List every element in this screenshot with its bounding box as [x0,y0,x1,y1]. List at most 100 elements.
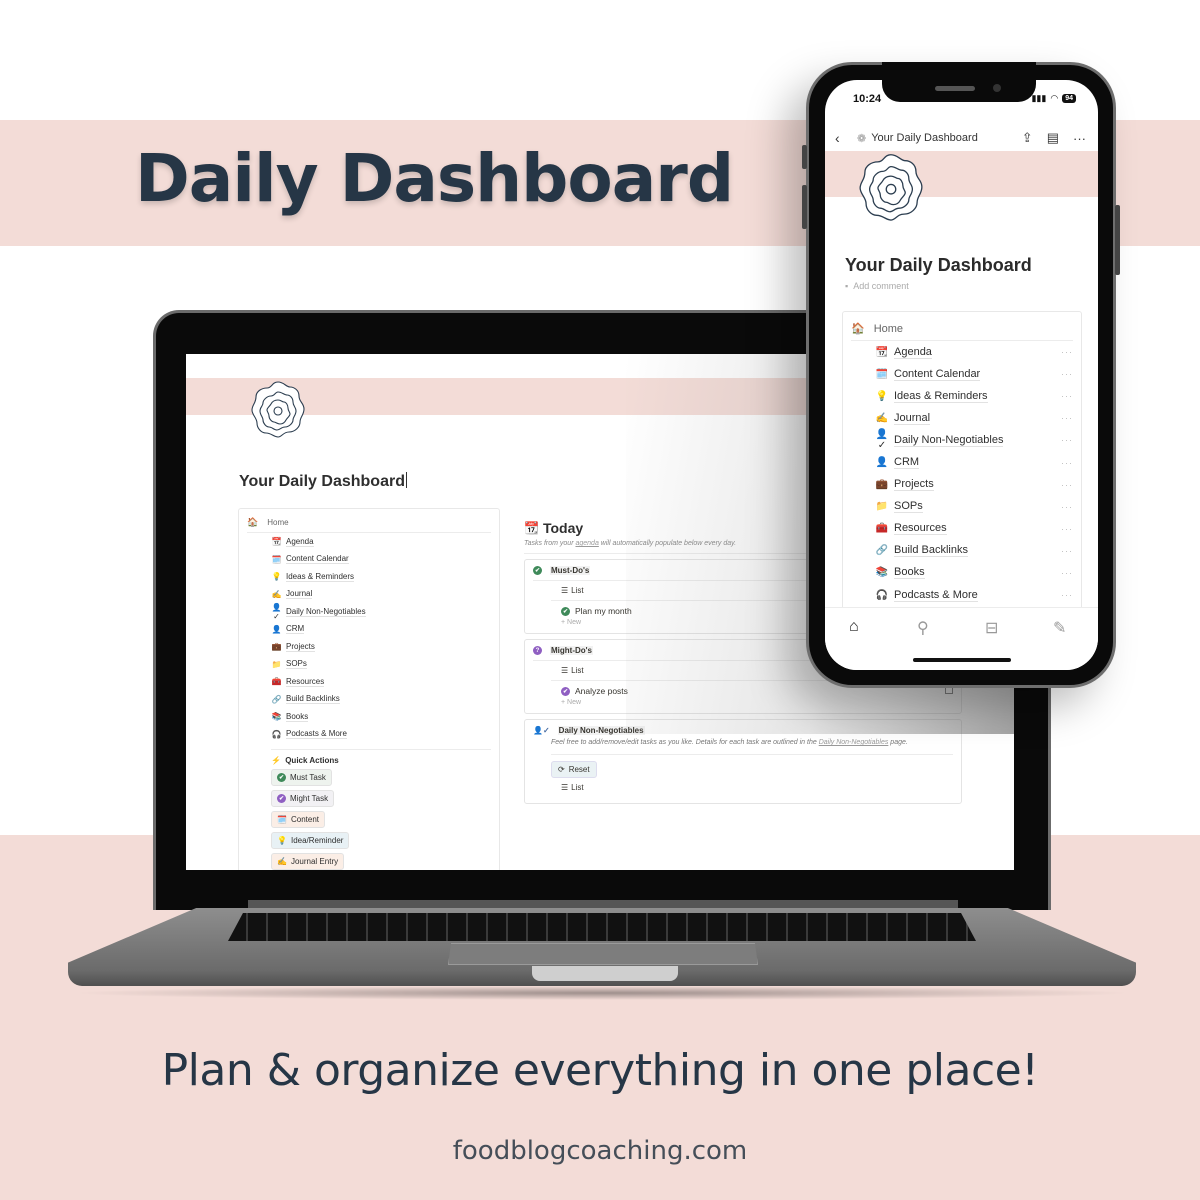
more-options-icon[interactable]: ··· [1061,546,1073,556]
phone-power-button [1115,205,1120,275]
question-icon: ? [533,646,542,655]
search-icon[interactable]: ⚲ [917,618,929,638]
calendar-icon: 📆 [524,521,539,535]
must-task-button[interactable]: ✔ Must Task [271,769,332,786]
reset-button[interactable]: ⟳ Reset [551,761,597,779]
quick-actions-title: Quick Actions [285,756,339,765]
page-emoji-icon: 📚 [271,712,282,722]
phone-volume-button [802,185,807,229]
add-comment-label: Add comment [853,281,909,291]
inbox-icon[interactable]: ⊟ [985,618,998,638]
add-comment-button[interactable]: ▪ Add comment [845,281,909,291]
page-title[interactable]: Your Daily Dashboard [845,255,1032,276]
agenda-link[interactable]: agenda [575,540,598,547]
nav-home-link[interactable]: 🏠 Home [851,322,1073,341]
page-emoji-icon: 🧰 [875,523,889,535]
flower-outline-icon [251,381,305,438]
more-options-icon[interactable]: ··· [1061,568,1073,578]
breadcrumb[interactable]: ❁ Your Daily Dashboard [857,132,978,145]
more-options-icon[interactable]: ··· [1061,590,1073,600]
non-negotiables-description: Feel free to add/remove/edit tasks as yo… [551,738,953,756]
nav-page-link[interactable]: 🧰 Resources [271,673,491,691]
page-emoji-icon: 🎧 [875,589,889,601]
more-icon[interactable]: ··· [1073,131,1086,146]
more-options-icon[interactable]: ··· [1061,458,1073,468]
button-label: Reset [568,765,590,775]
more-options-icon[interactable]: ··· [1061,369,1073,379]
journal-entry-button[interactable]: ✍️ Journal Entry [271,853,345,870]
nav-page-list: 📆 Agenda 🗓️ Content Calendar 💡 Ideas & Remind… [271,533,491,743]
nav-home-link[interactable]: 🏠 Home [247,517,491,533]
nav-page-link[interactable]: 🎧 Podcasts & More [271,726,491,744]
list-icon: ☰ [561,586,569,595]
button-label: Might Task [290,794,329,803]
home-icon[interactable]: ⌂ [849,618,859,636]
nav-page-link[interactable]: 🗓️ Content Calendar [271,551,491,569]
more-options-icon[interactable]: ··· [1061,347,1073,357]
breadcrumb-title: Your Daily Dashboard [871,132,978,144]
page-link-label: Podcasts & More [894,588,978,602]
nav-page-link[interactable]: 👤 CRM [271,621,491,639]
nav-page-link[interactable]: 💡 Ideas & Reminders ··· [875,385,1073,407]
new-row-button[interactable]: + New [551,698,953,707]
calendar-icon: 🗓️ [277,815,287,824]
compose-icon[interactable]: ✎ [1053,618,1066,638]
subtitle-text: Tasks from your [524,540,576,547]
phone-speaker [935,86,975,91]
comment-icon[interactable]: ▤ [1047,130,1059,146]
more-options-icon[interactable]: ··· [1061,391,1073,401]
more-options-icon[interactable]: ··· [1061,435,1073,445]
nav-page-link[interactable]: 📁 SOPs [271,656,491,674]
non-negotiables-link[interactable]: Daily Non-Negotiables [819,739,889,746]
wifi-icon: ◠ [1050,93,1059,103]
page-emoji-icon: 🧰 [271,677,282,687]
nav-page-link[interactable]: 👤✓ Daily Non-Negotiables ··· [875,429,1073,451]
list-icon: ☰ [561,666,569,675]
content-button[interactable]: 🗓️ Content [271,811,325,828]
navigation-callout: 🏠 Home 📆 Agenda ··· 🗓️ Content Calendar ··· 💡 I… [842,311,1082,631]
more-options-icon[interactable]: ··· [1061,413,1073,423]
idea-reminder-button[interactable]: 💡 Idea/Reminder [271,832,350,849]
page-link-label: Resources [286,676,325,687]
more-options-icon[interactable]: ··· [1061,524,1073,534]
list-view-tab[interactable]: ☰ List [551,778,953,797]
task-name: Plan my month [575,606,632,616]
nav-page-link[interactable]: 🔗 Build Backlinks [271,691,491,709]
nav-page-link[interactable]: 👤 CRM ··· [875,451,1073,473]
nav-page-link[interactable]: 💡 Ideas & Reminders [271,568,491,586]
page-title[interactable]: Your Daily Dashboard [239,472,407,491]
page-link-label: CRM [894,456,920,470]
nav-page-link[interactable]: 🗓️ Content Calendar ··· [875,363,1073,385]
phone-nav-bar: ‹ ❁ Your Daily Dashboard ⇪ ▤ ··· [825,124,1098,152]
nav-page-link[interactable]: 🧰 Resources ··· [875,518,1073,540]
nav-page-link[interactable]: 📚 Books ··· [875,562,1073,584]
task-name: Analyze posts [575,686,628,696]
button-label: Idea/Reminder [290,836,344,845]
more-options-icon[interactable]: ··· [1061,480,1073,490]
page-link-label: Podcasts & More [286,729,347,740]
nav-page-link[interactable]: 💼 Projects [271,638,491,656]
might-task-button[interactable]: ✔ Might Task [271,790,335,807]
page-link-label: Daily Non-Negotiables [286,606,366,617]
quick-actions-heading: ⚡ Quick Actions [271,756,491,765]
nav-page-link[interactable]: 👤✓ Daily Non-Negotiables [271,603,491,621]
status-icons: ▮▮▮ ◠ 94 [1031,93,1076,104]
nav-page-list: 📆 Agenda ··· 🗓️ Content Calendar ··· 💡 Ideas & … [875,341,1073,606]
nav-page-link[interactable]: 🎧 Podcasts & More ··· [875,584,1073,606]
nav-page-link[interactable]: 📚 Books [271,708,491,726]
nav-page-link[interactable]: 📆 Agenda [271,533,491,551]
back-icon[interactable]: ‹ [835,130,840,146]
nav-page-link[interactable]: ✍️ Journal [271,586,491,604]
share-icon[interactable]: ⇪ [1022,130,1033,146]
page-link-label: Content Calendar [894,367,981,381]
nav-page-link[interactable]: 💼 Projects ··· [875,474,1073,496]
nav-page-link[interactable]: ✍️ Journal ··· [875,407,1073,429]
page-emoji-icon: 👤 [875,457,889,469]
nav-page-link[interactable]: 📁 SOPs ··· [875,496,1073,518]
tagline: Plan & organize everything in one place! [161,1045,1039,1096]
page-emoji-icon: 📆 [875,346,889,358]
more-options-icon[interactable]: ··· [1061,502,1073,512]
green-check-icon: ✔ [277,773,286,782]
nav-page-link[interactable]: 📆 Agenda ··· [875,341,1073,363]
nav-page-link[interactable]: 🔗 Build Backlinks ··· [875,540,1073,562]
